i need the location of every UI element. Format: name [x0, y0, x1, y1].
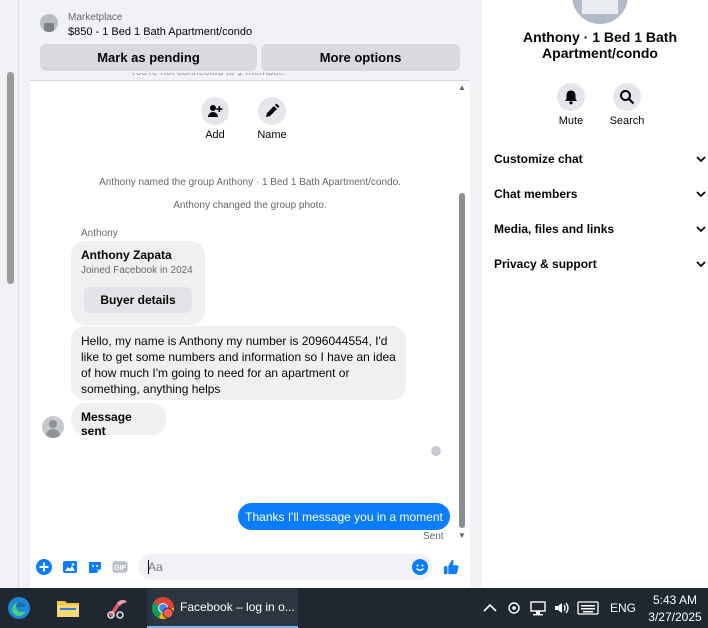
media-files-links-row[interactable]: Media, files and links	[494, 219, 706, 239]
page-scrollbar[interactable]	[0, 0, 18, 588]
section-label: Chat members	[494, 187, 578, 201]
chevron-down-icon	[696, 261, 706, 268]
composer: GIF	[30, 548, 470, 588]
chevron-down-icon	[696, 156, 706, 163]
divider	[18, 0, 19, 588]
add-people-button[interactable]	[201, 97, 229, 125]
group-name: Anthony · 1 Bed 1 Bath Apartment/condo	[522, 29, 677, 61]
chevron-up-icon[interactable]	[478, 596, 502, 620]
search-label: Search	[609, 115, 645, 127]
chat-members-row[interactable]: Chat members	[494, 184, 706, 204]
connection-notice: You're not connected to 1 member.	[130, 73, 284, 80]
page-scrollbar-thumb[interactable]	[7, 72, 14, 284]
gif-icon[interactable]: GIF	[112, 559, 128, 575]
plus-icon[interactable]	[36, 559, 52, 575]
search-button[interactable]	[613, 83, 641, 111]
incoming-status-message[interactable]: Message sent	[71, 403, 166, 438]
volume-icon[interactable]	[550, 596, 574, 620]
mute-button[interactable]	[557, 83, 585, 111]
system-message-photo: Anthony changed the group photo.	[173, 200, 327, 211]
system-message-rename: Anthony named the group Anthony · 1 Bed …	[99, 177, 401, 188]
photo-icon[interactable]	[62, 559, 78, 575]
profile-card: Anthony Zapata Joined Facebook in 2024 B…	[71, 241, 205, 325]
add-label: Add	[205, 129, 225, 141]
chevron-down-icon	[696, 226, 706, 233]
profile-card-joined: Joined Facebook in 2024	[81, 265, 193, 276]
thumbs-up-icon[interactable]	[443, 559, 459, 575]
pencil-icon	[266, 103, 280, 117]
avatar[interactable]	[42, 416, 64, 438]
listing-source: Marketplace	[68, 12, 123, 23]
clock-date[interactable]: 3/27/2025	[645, 610, 705, 624]
scroll-down-icon[interactable]: ▼	[458, 531, 466, 540]
message-status: Sent	[423, 531, 444, 542]
emoji-icon[interactable]	[412, 559, 428, 575]
snipping-tool-icon[interactable]	[105, 596, 129, 620]
chat-info-panel: Anthony · 1 Bed 1 Bath Apartment/condo M…	[482, 0, 708, 588]
mark-as-pending-button[interactable]: Mark as pending	[40, 44, 257, 71]
text-cursor	[148, 560, 149, 574]
section-label: Privacy & support	[494, 257, 597, 271]
chat-scrollbar[interactable]: ▲ ▼	[456, 83, 468, 543]
more-options-button[interactable]: More options	[261, 44, 460, 71]
profile-card-name: Anthony Zapata	[81, 248, 172, 262]
taskbar-facebook-window[interactable]: Facebook – log in o...	[147, 588, 298, 628]
mute-label: Mute	[558, 115, 584, 127]
camera-status-icon[interactable]	[502, 596, 526, 620]
taskbar: Facebook – log in o... ENG 5:43 AM 3/27/…	[0, 588, 708, 628]
sender-name: Anthony	[81, 228, 118, 239]
section-label: Media, files and links	[494, 222, 615, 236]
outgoing-message[interactable]: Thanks I'll message you in a moment	[238, 503, 450, 530]
edge-browser-icon[interactable]	[7, 596, 31, 620]
network-icon[interactable]	[526, 596, 550, 620]
sticker-icon[interactable]	[87, 559, 103, 575]
group-photo[interactable]	[572, 0, 628, 24]
incoming-message[interactable]: Hello, my name is Anthony my number is 2…	[71, 326, 406, 400]
bell-icon	[565, 90, 577, 105]
add-person-icon	[208, 105, 223, 117]
listing-title[interactable]: $850 - 1 Bed 1 Bath Apartment/condo	[68, 26, 252, 38]
clock-time[interactable]: 5:43 AM	[645, 593, 705, 607]
name-group-button[interactable]	[258, 97, 286, 125]
section-label: Customize chat	[494, 152, 583, 166]
listing-thumbnail[interactable]	[40, 14, 58, 32]
chat-panel: Marketplace $850 - 1 Bed 1 Bath Apartmen…	[30, 0, 470, 588]
folder-icon[interactable]	[56, 596, 80, 620]
scroll-up-icon[interactable]: ▲	[458, 83, 466, 92]
taskbar-window-label: Facebook – log in o...	[180, 600, 295, 614]
buyer-details-button[interactable]: Buyer details	[84, 287, 192, 313]
listing-header: Marketplace $850 - 1 Bed 1 Bath Apartmen…	[30, 0, 470, 81]
customize-chat-row[interactable]: Customize chat	[494, 149, 706, 169]
language-indicator[interactable]: ENG	[610, 601, 636, 615]
privacy-support-row[interactable]: Privacy & support	[494, 254, 706, 274]
keyboard-icon[interactable]	[576, 596, 600, 620]
chrome-icon	[151, 596, 175, 620]
seen-indicator-avatar	[431, 446, 441, 456]
name-label: Name	[257, 129, 287, 141]
svg-text:GIF: GIF	[114, 564, 127, 572]
search-icon	[620, 90, 635, 105]
message-input[interactable]	[138, 554, 432, 580]
chat-scrollbar-thumb[interactable]	[459, 193, 465, 528]
chevron-down-icon	[696, 191, 706, 198]
